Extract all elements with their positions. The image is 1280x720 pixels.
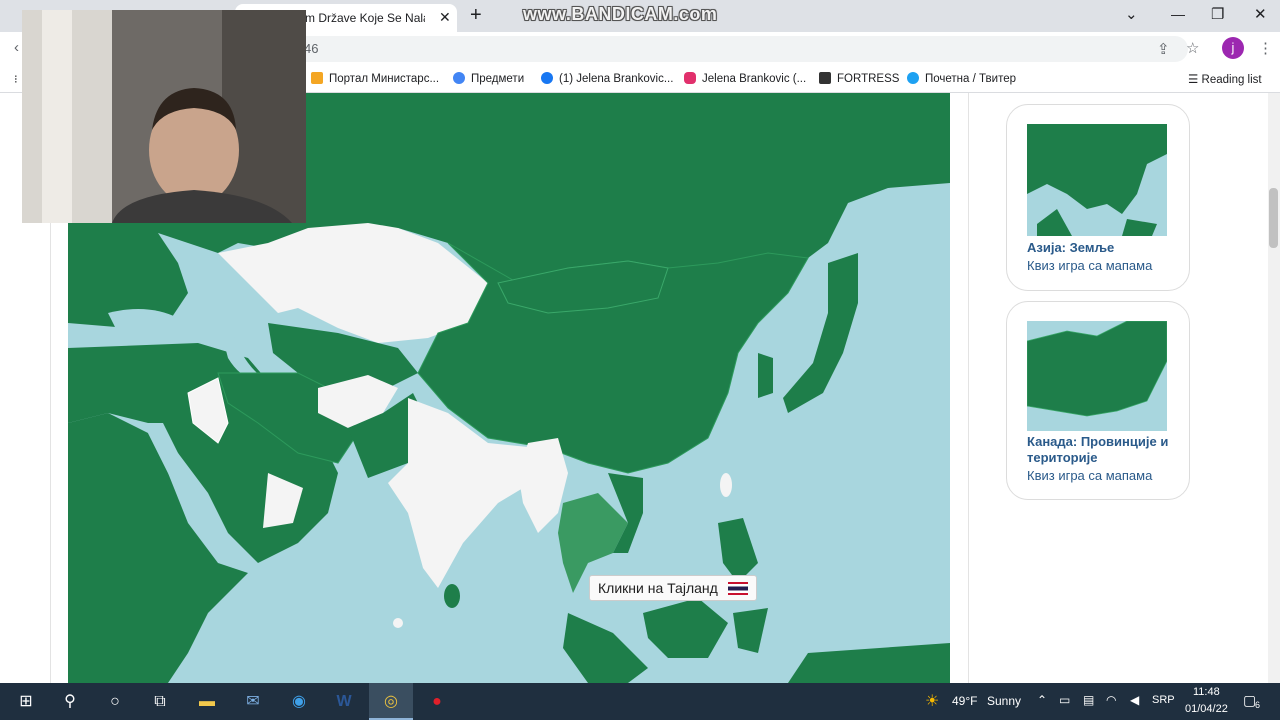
reading-list-icon: ☰: [1188, 74, 1202, 86]
windows-taskbar: ⊞ ⚲ ○ ⧉ ▬ ✉ ◉ W ◎ ● ☀ 49°F Sunny ⌃ ▭ ▤ ◠…: [0, 683, 1280, 720]
quiz-prompt-tooltip: Кликни на Тајланд: [589, 575, 757, 601]
facebook-icon: [541, 72, 553, 84]
bandicam-record-icon[interactable]: ●: [415, 683, 459, 720]
battery-icon[interactable]: ▭: [1059, 693, 1070, 707]
apps-icon[interactable]: ⁝: [14, 72, 18, 86]
page-scrollbar[interactable]: [1268, 93, 1280, 683]
tab-close-icon[interactable]: ✕: [439, 9, 451, 26]
canada-thumbnail-icon: [1027, 321, 1167, 431]
content-border-right: [968, 93, 969, 683]
input-language[interactable]: SRP: [1152, 694, 1175, 706]
twitter-icon: [907, 72, 919, 84]
word-icon[interactable]: W: [322, 683, 366, 720]
country-korea[interactable]: [758, 353, 773, 398]
address-bar[interactable]: 46: [236, 36, 1188, 62]
canada-map-thumbnail: [1027, 321, 1167, 431]
card-title: Канада: Провинције и територије: [1027, 434, 1169, 465]
fortress-icon: [819, 72, 831, 84]
clock-date[interactable]: 01/04/22: [1185, 703, 1228, 715]
notification-count: 6: [1255, 700, 1261, 710]
task-view-icon[interactable]: ⧉: [138, 683, 182, 720]
bookmark-item[interactable]: (1) Jelena Brankovic...: [541, 72, 673, 85]
close-window-icon[interactable]: ✕: [1254, 5, 1267, 23]
bookmark-item[interactable]: Портал Министарс...: [311, 72, 439, 85]
clock-time[interactable]: 11:48: [1193, 686, 1220, 698]
url-text: 46: [304, 41, 319, 56]
tray-overflow-icon[interactable]: ⌃: [1037, 693, 1047, 707]
asia-map-thumbnail: [1027, 124, 1167, 236]
bookmark-item[interactable]: Почетна / Твитер: [907, 72, 1016, 85]
weather-sun-icon: ☀: [925, 693, 940, 710]
bookmark-item[interactable]: Jelena Brankovic (...: [684, 72, 806, 85]
windows-start-icon[interactable]: ⊞: [4, 683, 48, 720]
reading-list-button[interactable]: ☰ Reading list: [1188, 72, 1262, 86]
back-icon[interactable]: ‹: [14, 39, 19, 56]
ministry-portal-icon: [311, 72, 323, 84]
recording-watermark: www.BANDICAM.com: [523, 4, 718, 24]
asia-thumbnail-icon: [1027, 124, 1167, 236]
weather-temperature[interactable]: 49°F: [952, 694, 977, 708]
chrome-icon[interactable]: ◎: [369, 683, 413, 720]
menu-dots-icon[interactable]: ⋮: [1258, 39, 1273, 57]
wifi-icon[interactable]: ◠: [1106, 693, 1116, 707]
tab-search-icon[interactable]: ⌄: [1125, 5, 1138, 23]
country-taiwan[interactable]: [720, 473, 732, 497]
tab-title: m Države Koje Se Nalaze: [305, 11, 425, 25]
country-maldives[interactable]: [393, 618, 403, 628]
related-quiz-card[interactable]: Азија: Земље Квиз игра са мапама: [1006, 104, 1190, 291]
thailand-flag-icon: [727, 582, 748, 595]
card-subtitle: Квиз игра са мапама: [1027, 468, 1153, 483]
minimize-icon[interactable]: —: [1171, 6, 1185, 22]
edge-icon[interactable]: ◉: [277, 683, 321, 720]
scrollbar-thumb[interactable]: [1269, 188, 1278, 248]
mail-icon[interactable]: ✉: [231, 683, 275, 720]
bookmark-item[interactable]: Предмети: [453, 72, 524, 85]
share-icon[interactable]: ⇪: [1157, 40, 1170, 58]
webcam-overlay: [22, 10, 306, 223]
weather-condition[interactable]: Sunny: [987, 694, 1021, 708]
profile-avatar[interactable]: j: [1222, 37, 1244, 59]
search-icon[interactable]: ⚲: [48, 683, 92, 720]
related-quiz-card[interactable]: Канада: Провинције и територије Квиз игр…: [1006, 301, 1190, 500]
bookmark-star-icon[interactable]: ☆: [1186, 39, 1199, 57]
country-sri-lanka[interactable]: [444, 584, 460, 608]
bookmark-item[interactable]: FORTRESS: [819, 72, 899, 85]
restore-icon[interactable]: ❐: [1211, 5, 1224, 23]
volume-icon[interactable]: ◀: [1130, 693, 1139, 707]
new-tab-button[interactable]: +: [470, 4, 482, 27]
instagram-icon: [684, 72, 696, 84]
card-subtitle: Квиз игра са мапама: [1027, 258, 1153, 273]
card-title: Азија: Земље: [1027, 240, 1115, 255]
cortana-icon[interactable]: ○: [93, 683, 137, 720]
network-icon[interactable]: ▤: [1083, 693, 1094, 707]
webcam-video: [22, 10, 306, 223]
file-explorer-icon[interactable]: ▬: [185, 683, 229, 720]
google-icon: [453, 72, 465, 84]
